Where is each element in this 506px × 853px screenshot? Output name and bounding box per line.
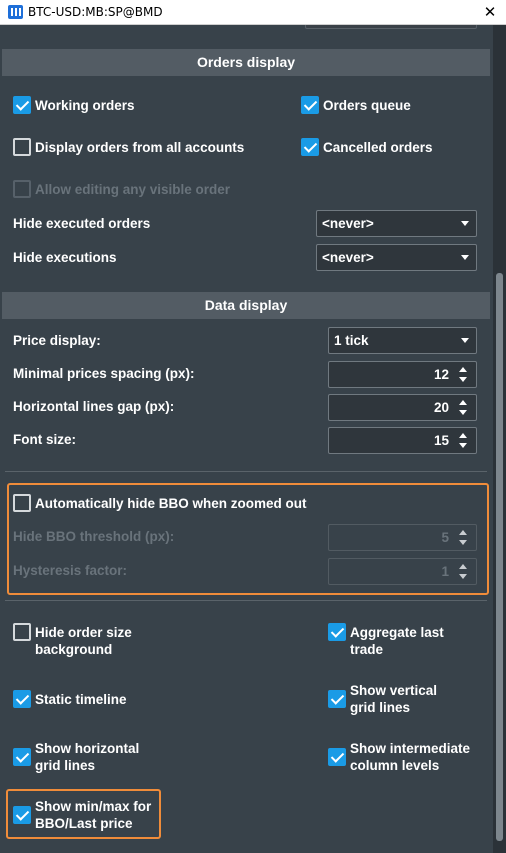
price-display-label: Price display:: [13, 333, 101, 348]
orders-display-header: Orders display: [2, 49, 490, 76]
checkbox-unchecked-icon: [13, 138, 31, 156]
font-size-spinbox[interactable]: 15: [328, 427, 477, 454]
dropdown-arrow-icon: [461, 221, 469, 226]
divider: [5, 600, 487, 601]
spin-down-icon[interactable]: [459, 376, 468, 383]
vertical-scrollbar[interactable]: [493, 25, 506, 853]
auto-hide-bbo-checkbox[interactable]: Automatically hide BBO when zoomed out: [13, 494, 307, 512]
show-minmax-bbo-last-price-checkbox[interactable]: Show min/max for BBO/Last price: [13, 797, 151, 832]
app-icon: [8, 5, 23, 19]
aggregate-last-trade-checkbox[interactable]: Aggregate last trade: [328, 623, 444, 658]
spin-down-icon: [459, 573, 468, 580]
show-intermediate-column-levels-checkbox[interactable]: Show intermediate column levels: [328, 739, 470, 774]
minimal-prices-spacing-spinbox[interactable]: 12: [328, 361, 477, 388]
checkbox-checked-icon: [13, 806, 31, 824]
checkbox-checked-icon: [301, 138, 319, 156]
checkbox-checked-icon: [328, 690, 346, 708]
settings-panel: Orders display Working orders Orders que…: [0, 25, 493, 853]
window-title: BTC-USD:MB:SP@BMD: [28, 5, 163, 19]
horizontal-lines-gap-spinbox[interactable]: 20: [328, 394, 477, 421]
working-orders-checkbox[interactable]: Working orders: [13, 96, 135, 114]
hide-executions-label: Hide executions: [13, 250, 117, 265]
spin-up-icon[interactable]: [459, 366, 468, 373]
allow-editing-checkbox: Allow editing any visible order: [13, 180, 230, 198]
static-timeline-checkbox[interactable]: Static timeline: [13, 690, 127, 708]
hide-executions-select[interactable]: <never>: [316, 244, 477, 271]
checkbox-checked-icon: [328, 623, 346, 641]
spin-up-icon: [459, 529, 468, 536]
clipped-field: [305, 25, 477, 29]
orders-queue-checkbox[interactable]: Orders queue: [301, 96, 411, 114]
scrollbar-thumb[interactable]: [496, 273, 503, 841]
hysteresis-factor-spinbox: 1: [328, 558, 477, 585]
window-titlebar: BTC-USD:MB:SP@BMD ✕: [0, 0, 506, 25]
hide-executed-orders-select[interactable]: <never>: [316, 210, 477, 237]
dropdown-arrow-icon: [461, 338, 469, 343]
divider: [5, 471, 487, 472]
font-size-label: Font size:: [13, 432, 76, 447]
checkbox-checked-icon: [13, 748, 31, 766]
spin-down-icon[interactable]: [459, 442, 468, 449]
spin-up-icon[interactable]: [459, 399, 468, 406]
hide-order-size-background-checkbox[interactable]: Hide order size background: [13, 623, 132, 658]
spin-down-icon[interactable]: [459, 409, 468, 416]
hide-executed-orders-label: Hide executed orders: [13, 216, 151, 231]
data-display-header: Data display: [2, 292, 490, 319]
hide-bbo-threshold-spinbox: 5: [328, 524, 477, 551]
close-icon[interactable]: ✕: [481, 2, 499, 22]
checkbox-checked-icon: [301, 96, 319, 114]
cancelled-orders-checkbox[interactable]: Cancelled orders: [301, 138, 433, 156]
price-display-select[interactable]: 1 tick: [328, 327, 477, 354]
show-vertical-grid-lines-checkbox[interactable]: Show vertical grid lines: [328, 681, 437, 716]
spin-up-icon[interactable]: [459, 432, 468, 439]
display-all-accounts-checkbox[interactable]: Display orders from all accounts: [13, 138, 244, 156]
minimal-prices-spacing-label: Minimal prices spacing (px):: [13, 366, 195, 381]
checkbox-disabled-icon: [13, 180, 31, 198]
show-horizontal-grid-lines-checkbox[interactable]: Show horizontal grid lines: [13, 739, 139, 774]
spin-down-icon: [459, 539, 468, 546]
checkbox-checked-icon: [13, 690, 31, 708]
horizontal-lines-gap-label: Horizontal lines gap (px):: [13, 399, 175, 414]
hide-bbo-threshold-label: Hide BBO threshold (px):: [13, 529, 175, 544]
checkbox-unchecked-icon: [13, 494, 31, 512]
checkbox-unchecked-icon: [13, 623, 31, 641]
hysteresis-factor-label: Hysteresis factor:: [13, 563, 128, 578]
spin-up-icon: [459, 563, 468, 570]
checkbox-checked-icon: [328, 748, 346, 766]
dropdown-arrow-icon: [461, 255, 469, 260]
checkbox-checked-icon: [13, 96, 31, 114]
